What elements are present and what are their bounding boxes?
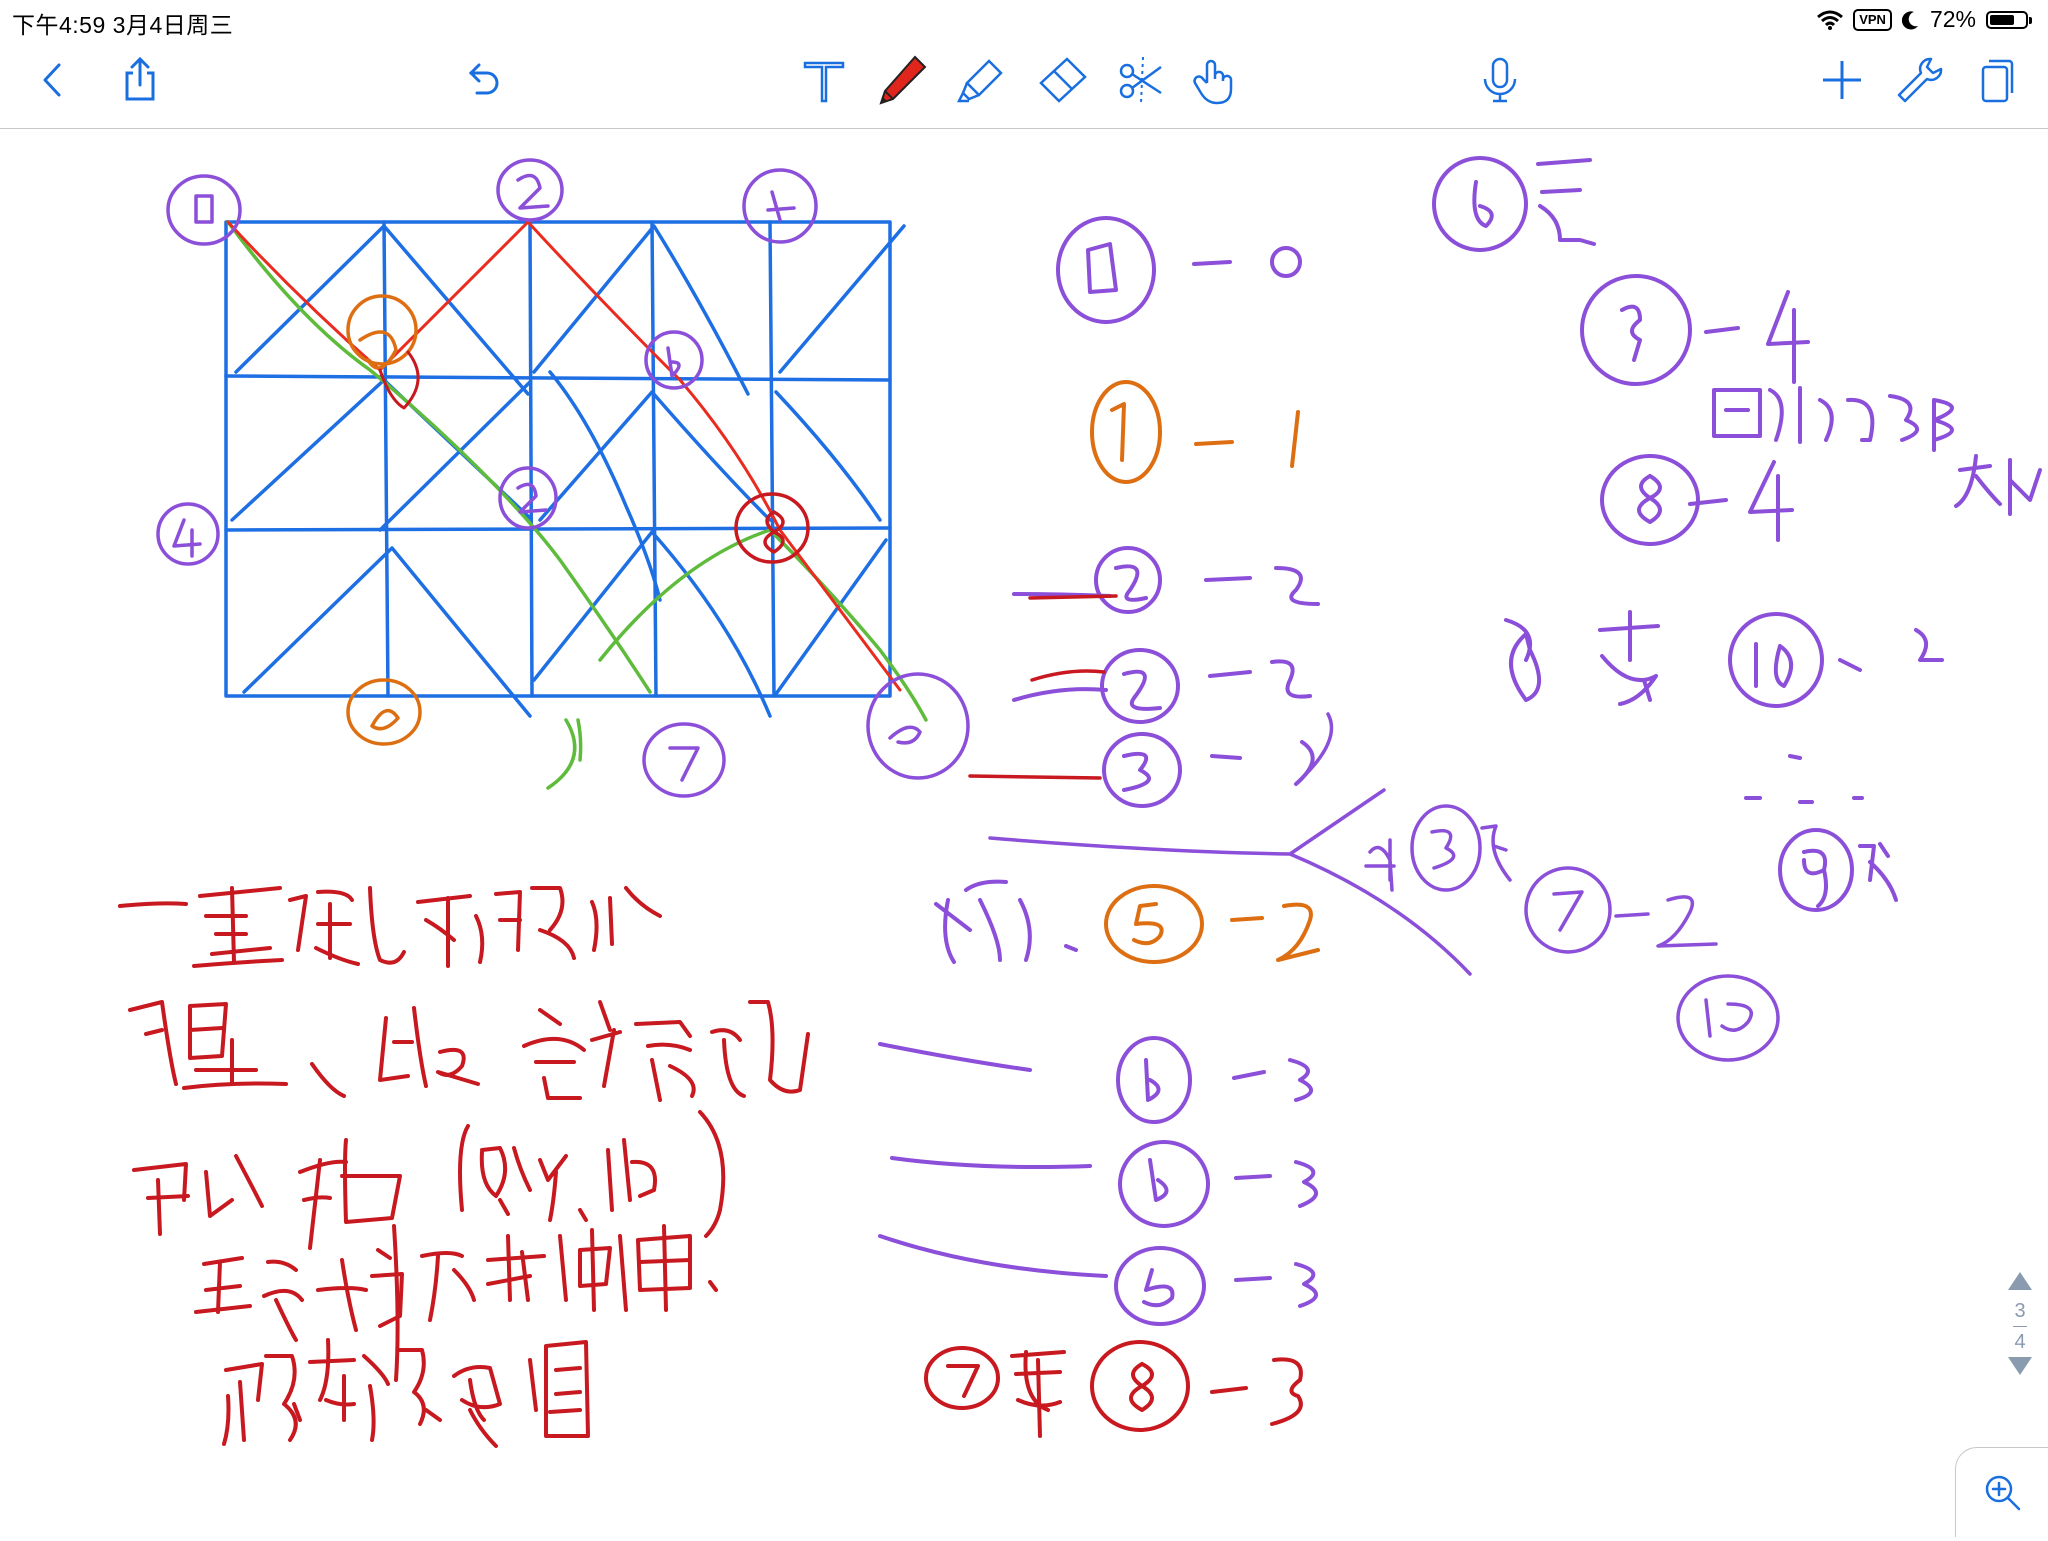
page-separator: [2013, 1326, 2027, 1327]
microphone-icon: [1483, 57, 1517, 103]
wifi-icon: [1817, 10, 1844, 30]
pen-icon: [879, 55, 927, 105]
handwriting-layer: [118, 156, 2042, 1448]
undo-icon: [468, 63, 499, 95]
microphone-button[interactable]: [1470, 50, 1530, 110]
pages-icon: [1981, 59, 2014, 103]
share-button[interactable]: [110, 50, 170, 110]
hand-icon: [1193, 59, 1233, 105]
add-button[interactable]: [1812, 50, 1872, 110]
back-button[interactable]: [24, 50, 84, 110]
status-bar: 下午4:59 3月4日周三 VPN 72%: [0, 0, 2048, 40]
scissors-icon: [1119, 56, 1162, 104]
page-down-icon[interactable]: [2006, 1355, 2034, 1379]
battery-fill: [1990, 14, 2015, 25]
eraser-button[interactable]: [1032, 50, 1092, 110]
lasso-scissors-button[interactable]: [1112, 50, 1172, 110]
zoom-in-icon: [1985, 1475, 2020, 1510]
hand-tool-button[interactable]: [1186, 50, 1246, 110]
toolbar: [0, 40, 2048, 129]
share-icon: [125, 56, 155, 101]
green-path: [226, 220, 928, 722]
text-tool-icon: [803, 61, 845, 103]
zoom-button[interactable]: [1955, 1447, 2048, 1537]
red-path: [226, 220, 902, 692]
back-icon: [43, 63, 61, 97]
add-icon: [1823, 61, 1861, 99]
undo-button[interactable]: [452, 50, 512, 110]
eraser-icon: [1039, 57, 1087, 103]
pages-button[interactable]: [1966, 50, 2026, 110]
page-indicator: 3 4: [1998, 1268, 2042, 1398]
battery-icon: [1986, 10, 2032, 29]
total-page-number: 4: [2014, 1331, 2026, 1353]
moon-icon: [1901, 10, 1918, 29]
page-up-icon[interactable]: [2006, 1268, 2034, 1292]
text-tool-button[interactable]: [794, 50, 854, 110]
grid-drawing: [224, 220, 906, 718]
note-canvas[interactable]: [0, 129, 2048, 1536]
wrench-icon: [1897, 57, 1943, 103]
settings-button[interactable]: [1888, 50, 1948, 110]
current-page-number: 3: [2014, 1300, 2026, 1322]
pen-tool-button[interactable]: [872, 50, 932, 110]
highlighter-button[interactable]: [952, 50, 1012, 110]
status-time-date: 下午4:59 3月4日周三: [12, 12, 234, 38]
status-right: VPN 72%: [1817, 6, 2032, 33]
battery-percent: 72%: [1929, 6, 1976, 32]
highlighter-icon: [956, 59, 1003, 103]
vpn-badge: VPN: [1853, 8, 1892, 31]
